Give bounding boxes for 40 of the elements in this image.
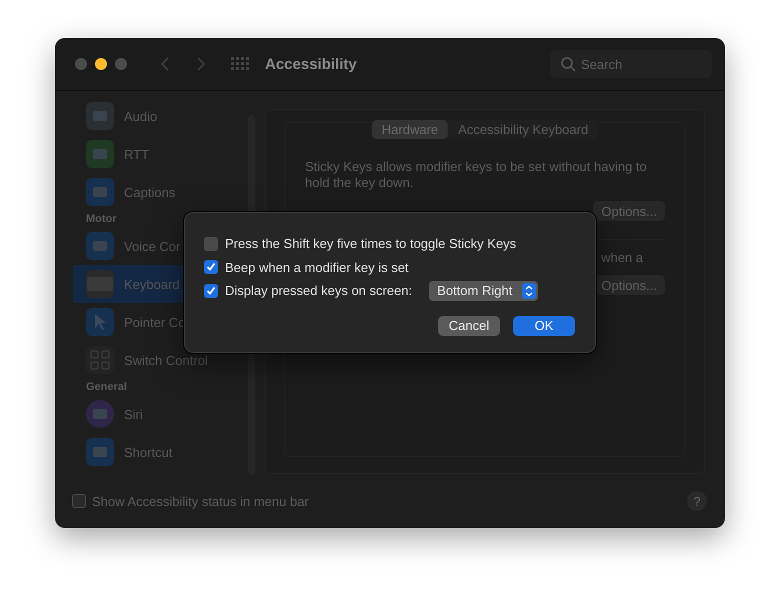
app-icon — [86, 178, 114, 206]
checkbox[interactable] — [72, 494, 86, 508]
app-icon — [86, 232, 114, 260]
checkbox-label: Show Accessibility status in menu bar — [92, 494, 310, 508]
search-icon — [560, 56, 576, 72]
description-text: Sticky Keys allows modifier keys to be set without having to hold the key down. — [305, 159, 648, 191]
app-icon — [86, 400, 114, 428]
checkbox[interactable] — [204, 236, 218, 251]
app-icon — [86, 140, 114, 168]
sidebar-item[interactable]: Audio — [73, 97, 248, 135]
pointer-icon — [86, 308, 114, 336]
checkbox[interactable] — [204, 284, 218, 298]
checkbox[interactable] — [204, 260, 218, 274]
section-header: Motor — [85, 212, 118, 227]
close-button[interactable] — [75, 58, 87, 70]
position-dropdown[interactable]: Bottom Right — [429, 280, 538, 301]
zoom-button[interactable] — [115, 58, 127, 70]
back-icon[interactable] — [159, 56, 171, 72]
ok-button[interactable]: OK — [513, 316, 575, 336]
sidebar-item[interactable]: Captions — [73, 173, 248, 211]
minimize-button[interactable] — [95, 58, 107, 70]
app-icon — [86, 438, 114, 466]
grid-icon — [86, 346, 114, 374]
window-title: Accessibility — [265, 56, 358, 72]
checkbox-label: Press the Shift key five times to toggle Sticky Keys — [225, 236, 516, 252]
description-text: when a — [601, 250, 643, 265]
app-icon — [86, 102, 114, 130]
help-button[interactable]: ? — [687, 491, 707, 511]
forward-icon[interactable] — [195, 56, 207, 72]
search-field[interactable]: Search — [550, 50, 712, 78]
sidebar-item[interactable]: RTT — [73, 135, 248, 173]
tab[interactable]: Accessibility Keyboard — [448, 120, 598, 139]
section-header: General — [85, 380, 128, 395]
sidebar-item[interactable]: Shortcut — [73, 433, 248, 471]
cancel-button[interactable]: Cancel — [438, 316, 500, 336]
sidebar-item[interactable]: Siri — [73, 395, 248, 433]
keyboard-icon — [86, 270, 114, 298]
chevron-icon — [522, 282, 536, 299]
options-button[interactable]: Options... — [593, 201, 665, 221]
grid-icon[interactable] — [231, 57, 249, 71]
